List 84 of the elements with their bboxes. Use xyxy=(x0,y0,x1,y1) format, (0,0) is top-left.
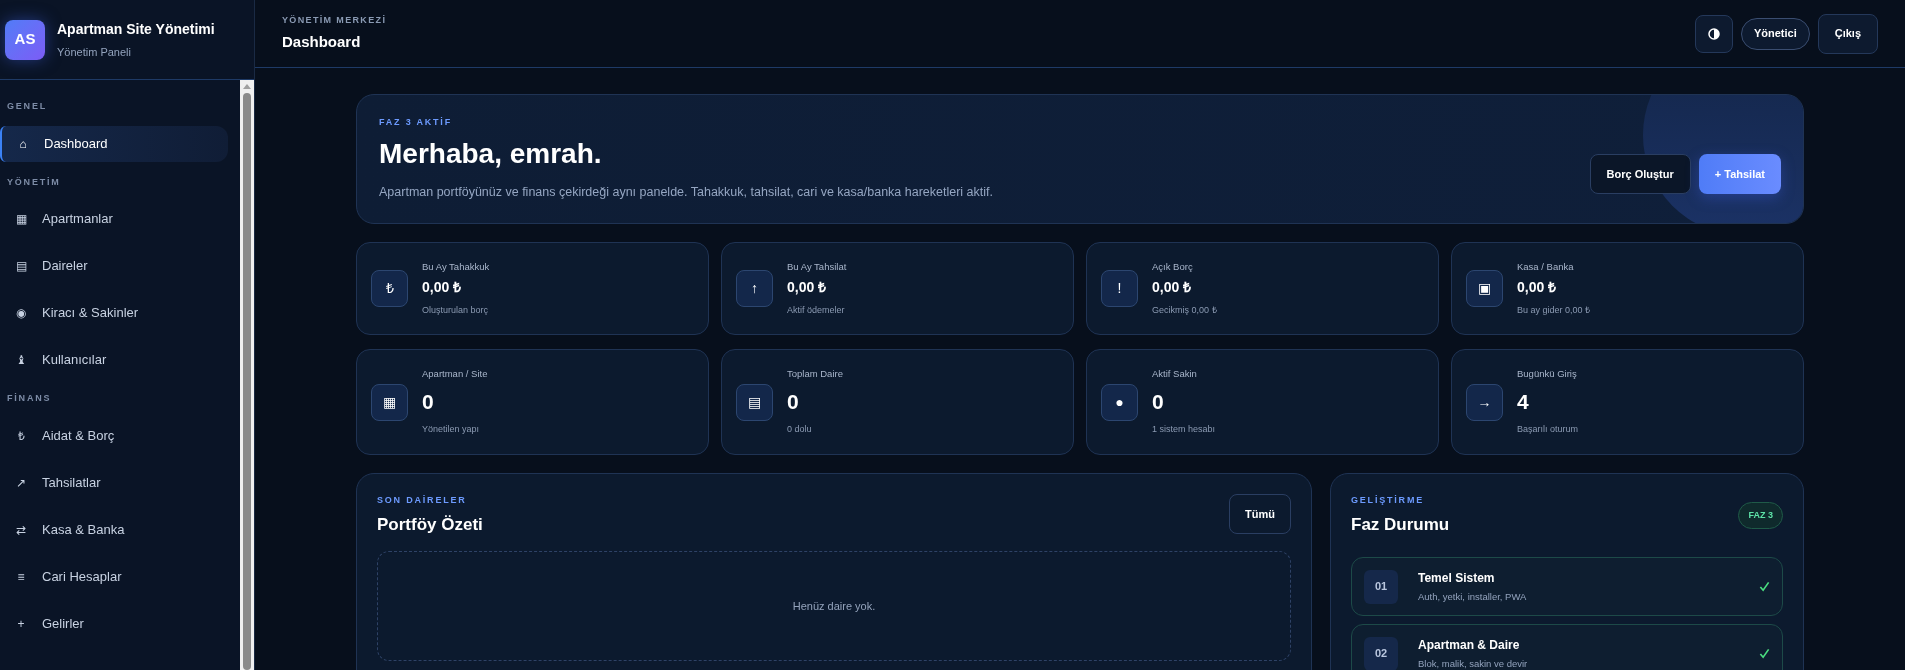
stat-note: Aktif ödemeler xyxy=(787,303,846,317)
nav-item[interactable]: ≡ Cari Hesaplar xyxy=(0,558,228,595)
stat-label: Apartman / Site xyxy=(422,367,488,382)
stat-label: Açık Borç xyxy=(1152,259,1194,274)
stat-value: 0,00 ₺ xyxy=(1517,277,1558,297)
nav-icon: ↗ xyxy=(0,473,42,492)
phase-text: Blok, malik, sakin ve devir xyxy=(1418,656,1529,670)
stat-icon: ₺ xyxy=(371,270,408,307)
stat-note: Yönetilen yapı xyxy=(422,423,481,437)
nav-item[interactable]: ⇄ Kasa & Banka xyxy=(0,511,228,548)
stat-icon: ! xyxy=(1101,270,1138,307)
stat-label: Bu Ay Tahsilat xyxy=(787,259,847,274)
stat-label: Bugünkü Giriş xyxy=(1517,367,1578,382)
scrollbar[interactable] xyxy=(240,80,254,670)
stat-icon: ▦ xyxy=(371,383,408,421)
phase-title: Temel Sistem xyxy=(1418,569,1496,587)
panel-title: Faz Durumu xyxy=(1351,513,1450,536)
stat-value: 0,00 ₺ xyxy=(787,277,828,297)
stat-value: 0 xyxy=(787,388,800,415)
phase-number: 02 xyxy=(1364,636,1398,670)
welcome-title: Merhaba, emrah. xyxy=(379,137,603,172)
collect-payment-button[interactable]: + Tahsilat xyxy=(1698,154,1781,194)
stat-note: Oluşturulan borç xyxy=(422,303,490,317)
phase-badge: FAZ 3 xyxy=(1738,501,1783,530)
half-circle-icon xyxy=(1707,27,1720,40)
stat-label: Toplam Daire xyxy=(787,367,843,382)
stat-value: 0,00 ₺ xyxy=(1152,277,1193,297)
logout-button[interactable]: Çıkış xyxy=(1817,13,1878,54)
stat-value: 4 xyxy=(1517,388,1530,415)
nav-icon: ♝ xyxy=(0,351,42,369)
section-label: FİNANS xyxy=(6,392,53,405)
nav-item[interactable]: ↗ Tahsilatlar xyxy=(0,464,228,501)
empty-message: Henüz daire yok. xyxy=(792,598,876,614)
stat-note: 1 sistem hesabı xyxy=(1152,423,1216,437)
app-subtitle: Yönetim Paneli xyxy=(57,44,132,60)
scroll-up-arrow-icon[interactable] xyxy=(243,84,251,89)
header-eyebrow: YÖNETİM MERKEZİ xyxy=(282,13,387,27)
role-button[interactable]: Yönetici xyxy=(1740,17,1810,50)
stat-note: Başarılı oturum xyxy=(1517,423,1579,437)
nav-icon: ◉ xyxy=(0,304,42,322)
logo-badge: AS xyxy=(5,19,45,60)
stat-value: 0 xyxy=(1152,388,1165,415)
phase-number: 01 xyxy=(1364,569,1398,604)
nav-icon: ▦ xyxy=(0,210,42,228)
panel-title: Portföy Özeti xyxy=(377,513,483,536)
nav-item[interactable]: ◉ Kiracı & Sakinler xyxy=(0,295,228,331)
stat-icon: → xyxy=(1466,383,1503,421)
nav-icon: ≡ xyxy=(0,567,42,586)
welcome-text: Apartman portföyünüz ve finans çekirdeği aynı panelde. Tahakkuk, tahsilat, cari ve kasa/banka hareketleri aktif. xyxy=(379,184,993,202)
view-all-button[interactable]: Tümü xyxy=(1229,494,1291,534)
hero-eyebrow: FAZ 3 AKTİF xyxy=(379,115,453,129)
nav-icon: + xyxy=(0,614,42,633)
theme-toggle-button[interactable] xyxy=(1694,14,1733,53)
stat-note: Bu ay gider 0,00 ₺ xyxy=(1517,303,1591,317)
stat-icon: ● xyxy=(1101,383,1138,421)
section-label: GENEL xyxy=(6,100,48,113)
nav-item[interactable]: + Gelirler xyxy=(0,605,228,642)
panel-eyebrow: GELİŞTİRME xyxy=(1351,494,1425,507)
section-label: YÖNETİM xyxy=(6,175,62,189)
page-title: Dashboard xyxy=(282,32,362,52)
nav-icon: ⌂ xyxy=(2,134,44,153)
nav-icon: ▤ xyxy=(0,257,42,275)
nav-item[interactable]: ▤ Daireler xyxy=(0,248,228,284)
phase-text: Auth, yetki, installer, PWA xyxy=(1418,589,1528,604)
stat-label: Kasa / Banka xyxy=(1517,259,1575,274)
nav-icon: ⇄ xyxy=(0,520,42,539)
nav-item[interactable]: ₺ Aidat & Borç xyxy=(0,417,228,454)
panel-eyebrow: SON DAİRELER xyxy=(377,494,468,507)
stat-value: 0 xyxy=(422,388,435,415)
nav-item[interactable]: ♝ Kullanıcılar xyxy=(0,342,228,378)
phase-title: Apartman & Daire xyxy=(1418,636,1521,654)
stat-value: 0,00 ₺ xyxy=(422,277,463,297)
nav-item[interactable]: ⌂ Dashboard xyxy=(0,125,228,162)
stat-label: Aktif Sakin xyxy=(1152,367,1198,382)
stat-icon: ↑ xyxy=(736,270,773,307)
stat-note: Gecikmiş 0,00 ₺ xyxy=(1152,303,1217,317)
stat-note: 0 dolu xyxy=(787,423,813,437)
stat-icon: ▤ xyxy=(736,383,773,421)
app-title: Apartman Site Yönetimi xyxy=(57,19,215,39)
stat-label: Bu Ay Tahakkuk xyxy=(422,259,490,274)
nav-icon: ₺ xyxy=(0,426,42,445)
nav-item[interactable]: ▦ Apartmanlar xyxy=(0,201,228,237)
stat-icon: ▣ xyxy=(1466,270,1503,307)
create-debt-button[interactable]: Borç Oluştur xyxy=(1589,154,1691,194)
